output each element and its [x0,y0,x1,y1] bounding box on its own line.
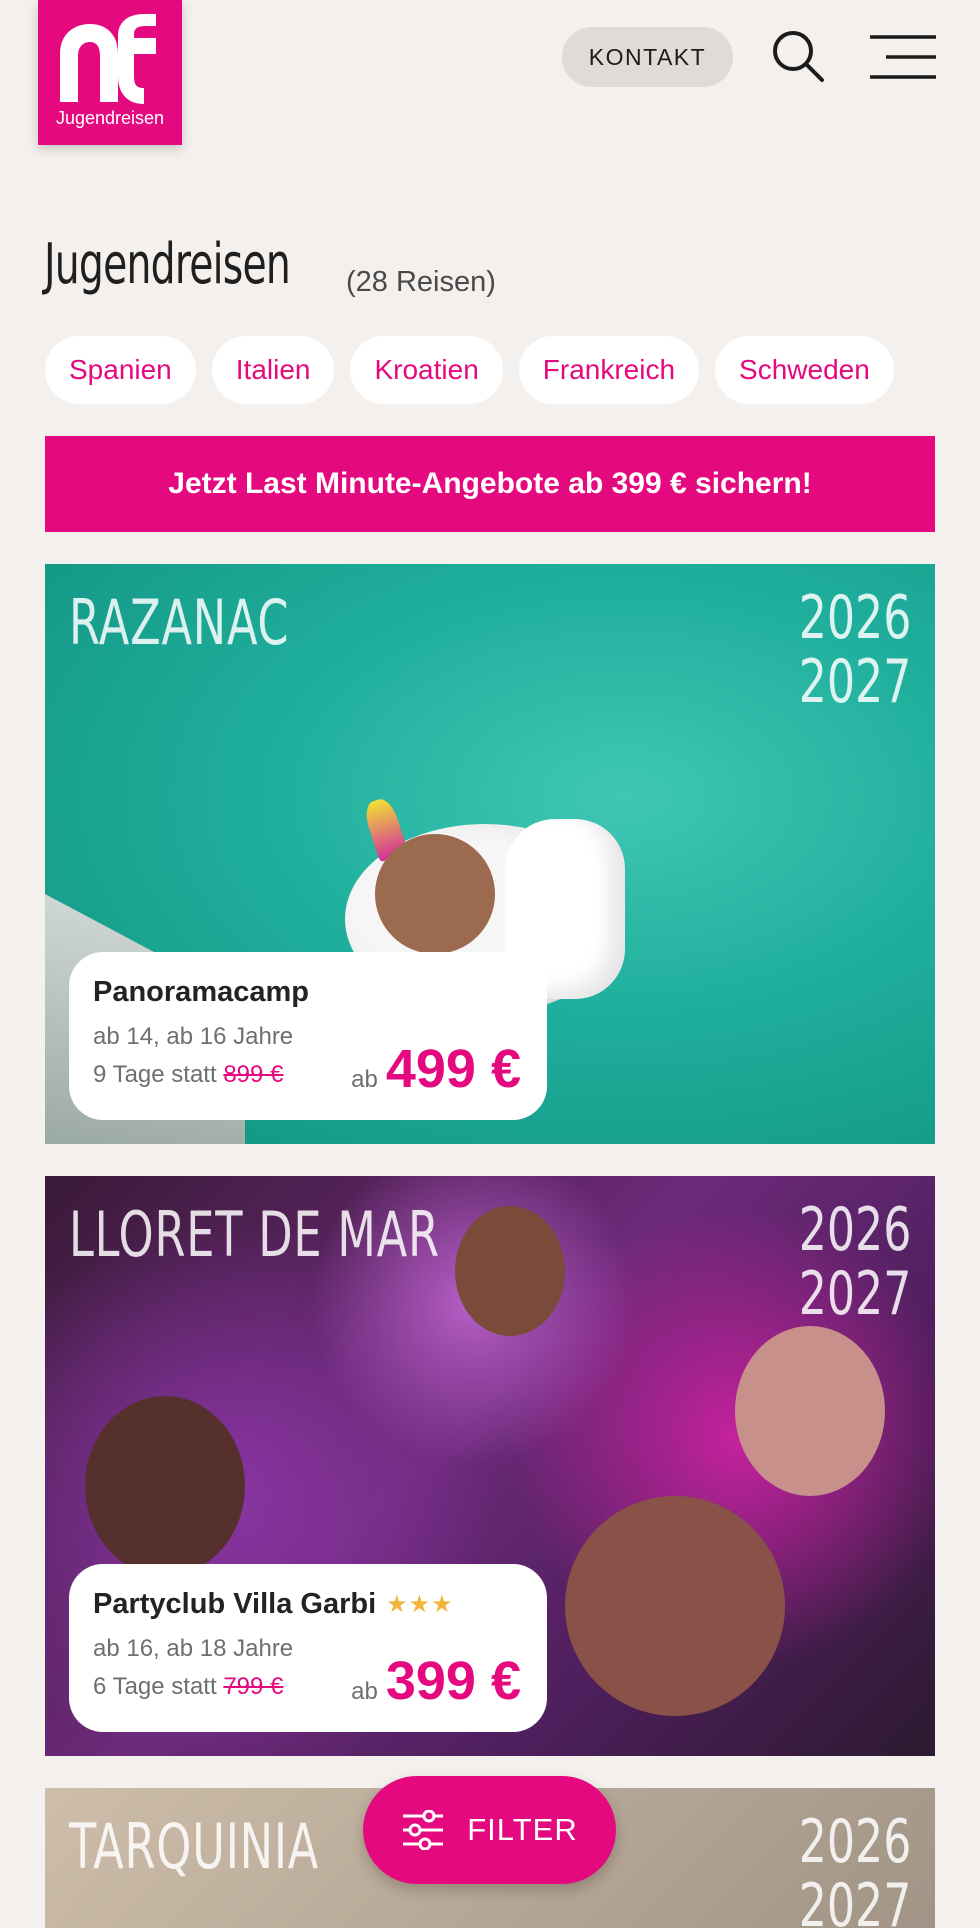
trip-price-wrap: ab 399 € [351,1650,521,1712]
trip-year: 2026 [798,1807,911,1877]
trip-year: 2027 [798,647,911,717]
page-title: Jugendreisen [44,232,291,297]
trip-years: 2026 2027 [798,1810,911,1928]
trip-year: 2026 [798,583,911,653]
trip-card-lloret-de-mar[interactable]: LLORET DE MAR 2026 2027 Partyclub Villa … [45,1176,935,1756]
trip-price: 499 € [385,1039,521,1099]
filter-label: FILTER [467,1812,578,1847]
trip-name: Panoramacamp [93,976,309,1008]
brand-logo[interactable]: Jugendreisen [38,0,182,145]
search-icon[interactable] [770,28,826,84]
trip-old-price: 799 € [223,1673,284,1700]
trip-info-card[interactable]: Partyclub Villa Garbi ★★★ ab 16, ab 18 J… [69,1564,547,1732]
trip-days: 6 Tage statt [93,1673,217,1700]
logo-text: Jugendreisen [55,108,165,128]
trip-name: Partyclub Villa Garbi [93,1588,377,1620]
trip-city: TARQUINIA [69,1810,320,1883]
trip-card-razanac[interactable]: RAZANAC 2026 2027 Panoramacamp ab 14, ab… [45,564,935,1144]
trip-price: 399 € [385,1651,521,1711]
filter-button[interactable]: FILTER [363,1776,616,1884]
chip-frankreich[interactable]: Frankreich [518,336,700,404]
logo-icon [60,14,156,104]
trip-name-row: Partyclub Villa Garbi ★★★ [93,1588,523,1621]
country-filter-chips: Spanien Italien Kroatien Frankreich Schw… [45,336,894,404]
crowd-image [735,1326,885,1496]
filter-sliders-icon [403,1810,444,1850]
menu-icon[interactable] [868,33,938,81]
trip-count: (28 Reisen) [346,266,496,298]
trip-years: 2026 2027 [798,1198,911,1326]
trip-old-price: 899 € [223,1061,284,1088]
price-prefix: ab [351,1066,378,1093]
trip-year: 2027 [798,1259,911,1329]
trip-year: 2026 [798,1195,911,1265]
last-minute-banner[interactable]: Jetzt Last Minute-Angebote ab 399 € sich… [45,436,935,532]
crowd-image [85,1396,245,1576]
crowd-image [565,1496,785,1716]
chip-italien[interactable]: Italien [211,336,335,404]
trip-name-row: Panoramacamp [93,976,523,1009]
trip-days: 9 Tage statt [93,1061,217,1088]
trip-info-card[interactable]: Panoramacamp ab 14, ab 16 Jahre 9 Tage s… [69,952,547,1120]
trip-year: 2027 [798,1871,911,1928]
trip-years: 2026 2027 [798,586,911,714]
price-prefix: ab [351,1678,378,1705]
star-rating-icon: ★★★ [386,1591,454,1618]
chip-spanien[interactable]: Spanien [45,336,196,404]
chip-kroatien[interactable]: Kroatien [350,336,503,404]
crowd-image [455,1206,565,1336]
trip-city: LLORET DE MAR [69,1198,440,1271]
contact-button[interactable]: KONTAKT [562,27,733,87]
trip-price-wrap: ab 499 € [351,1038,521,1100]
trip-city: RAZANAC [69,586,290,659]
chip-schweden[interactable]: Schweden [715,336,894,404]
person-image [375,834,495,954]
